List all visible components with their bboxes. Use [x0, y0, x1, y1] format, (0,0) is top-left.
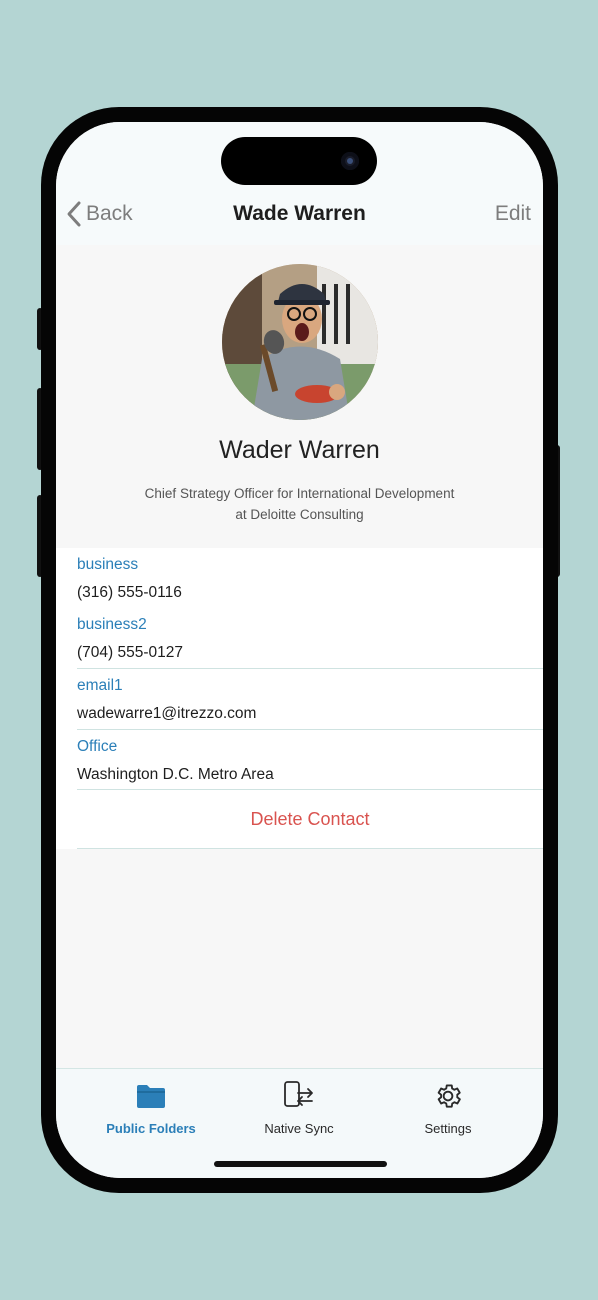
field-label: Office	[77, 738, 118, 755]
email-group: email1 wadewarre1@itrezzo.com	[77, 669, 543, 730]
field-email1[interactable]: email1 wadewarre1@itrezzo.com	[77, 669, 543, 729]
contact-fields: business (316) 555-0116 business2 (704) …	[56, 548, 543, 849]
folder-icon	[137, 1085, 165, 1108]
field-value: Washington D.C. Metro Area	[77, 766, 274, 783]
dynamic-island	[221, 137, 377, 185]
tab-bar: Public Folders Native Sync Settings	[56, 1068, 543, 1178]
field-label: business2	[77, 616, 147, 633]
field-label: business	[77, 556, 139, 573]
phone-group: business (316) 555-0116 business2 (704) …	[77, 548, 543, 669]
phone-frame: Back Wade Warren Edit Wader Warren Chief…	[41, 107, 558, 1193]
company-line: at Deloitte Consulting	[235, 507, 364, 522]
phone-sync-icon	[284, 1081, 313, 1107]
avatar[interactable]	[222, 264, 378, 420]
camera-icon	[341, 152, 359, 170]
field-label: email1	[77, 677, 123, 694]
tab-label: Public Folders	[106, 1121, 196, 1136]
field-value: (316) 555-0116	[77, 584, 182, 601]
field-business[interactable]: business (316) 555-0116	[77, 548, 543, 608]
field-value: wadewarre1@itrezzo.com	[77, 705, 257, 722]
home-indicator[interactable]	[214, 1161, 387, 1167]
edit-button[interactable]: Edit	[495, 202, 531, 226]
field-office[interactable]: Office Washington D.C. Metro Area	[77, 730, 543, 790]
tab-native-sync[interactable]: Native Sync	[224, 1079, 374, 1136]
tab-public-folders[interactable]: Public Folders	[76, 1079, 226, 1136]
gear-icon	[437, 1084, 461, 1108]
field-value: (704) 555-0127	[77, 644, 183, 661]
screen: Back Wade Warren Edit Wader Warren Chief…	[56, 122, 543, 1178]
tab-label: Settings	[424, 1121, 472, 1136]
field-business2[interactable]: business2 (704) 555-0127	[77, 608, 543, 668]
contact-job-title: Chief Strategy Officer for International…	[116, 483, 483, 525]
job-title-line: Chief Strategy Officer for International…	[144, 486, 455, 501]
office-group: Office Washington D.C. Metro Area	[77, 730, 543, 790]
delete-contact-button[interactable]: Delete Contact	[77, 790, 543, 849]
tab-settings[interactable]: Settings	[373, 1079, 523, 1136]
contact-name: Wader Warren	[219, 436, 380, 464]
tab-label: Native Sync	[264, 1121, 334, 1136]
page-title: Wade Warren	[233, 202, 366, 225]
avatar-photo	[222, 264, 378, 420]
